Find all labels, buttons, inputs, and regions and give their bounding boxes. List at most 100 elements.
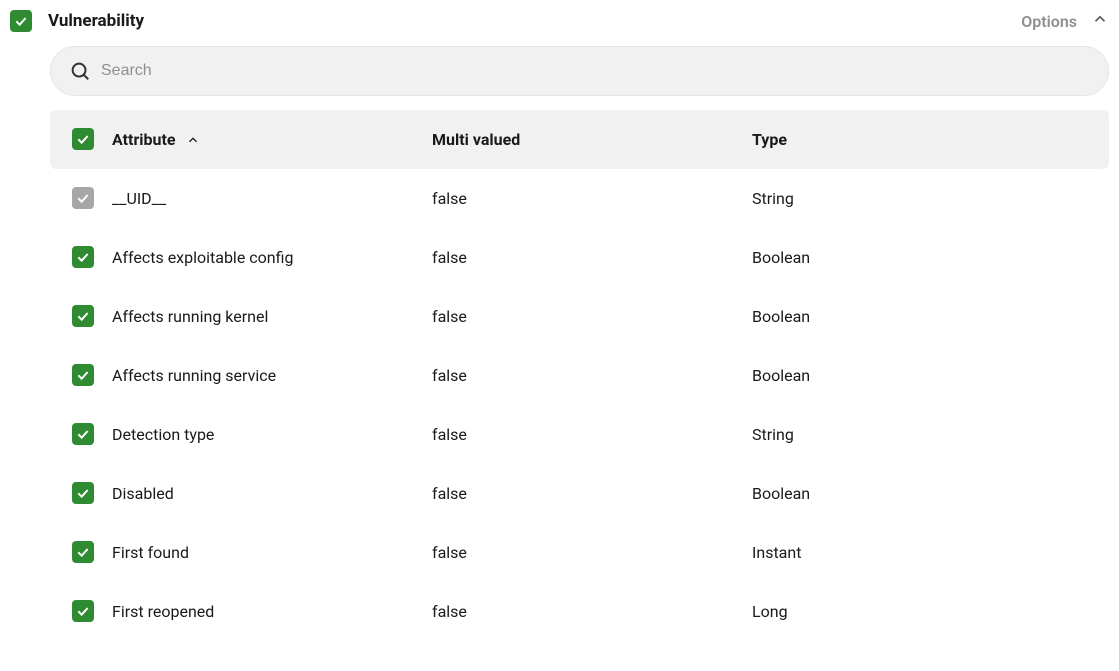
row-attribute: First reopened <box>112 602 432 621</box>
row-multi-valued: false <box>432 484 752 503</box>
row-type-value: String <box>752 425 794 444</box>
row-type-value: Boolean <box>752 366 810 385</box>
row-type-value: Long <box>752 602 788 621</box>
row-type-value: Boolean <box>752 307 810 326</box>
row-multi-valued-value: false <box>432 602 467 621</box>
header-type-label: Type <box>752 130 787 149</box>
row-attribute: __UID__ <box>112 189 432 208</box>
row-attribute: Affects exploitable config <box>112 248 432 267</box>
row-type: Long <box>752 602 1087 621</box>
row-multi-valued-value: false <box>432 366 467 385</box>
row-type: String <box>752 189 1087 208</box>
table-row: Affects exploitable config false Boolean <box>50 228 1109 287</box>
row-multi-valued: false <box>432 543 752 562</box>
check-icon <box>75 485 91 501</box>
row-multi-valued: false <box>432 602 752 621</box>
check-icon <box>75 544 91 560</box>
table-row: __UID__ false String <box>50 169 1109 228</box>
row-multi-valued-value: false <box>432 248 467 267</box>
table-row: First reopened false Long <box>50 582 1109 641</box>
vulnerability-panel: Vulnerability Options <box>0 0 1119 661</box>
row-attribute: First found <box>112 543 432 562</box>
row-checkbox[interactable] <box>72 600 94 622</box>
row-checkbox[interactable] <box>72 423 94 445</box>
row-type: Boolean <box>752 484 1087 503</box>
table-row: Disabled falseBoolean <box>50 464 1109 523</box>
header-right: Options <box>1021 10 1109 32</box>
panel-header: Vulnerability Options <box>10 10 1109 46</box>
row-attribute-value: __UID__ <box>112 189 166 208</box>
row-checkbox[interactable] <box>72 364 94 386</box>
check-icon <box>75 131 91 147</box>
row-checkbox[interactable] <box>72 187 94 209</box>
check-icon <box>75 308 91 324</box>
row-attribute-value: Detection type <box>112 425 214 444</box>
row-attribute-value: Affects running service <box>112 366 276 385</box>
select-all-checkbox[interactable] <box>72 128 94 150</box>
attribute-table: Attribute Multi valued Type __UID__false… <box>50 110 1109 641</box>
collapse-button[interactable] <box>1091 10 1109 32</box>
row-checkbox-cell <box>72 482 112 505</box>
row-type: Boolean <box>752 307 1087 326</box>
row-type: String <box>752 425 1087 444</box>
check-icon <box>13 13 29 29</box>
row-checkbox[interactable] <box>72 482 94 504</box>
row-checkbox[interactable] <box>72 541 94 563</box>
row-multi-valued: false <box>432 307 752 326</box>
header-multi-valued-label: Multi valued <box>432 130 520 149</box>
row-multi-valued: false <box>432 189 752 208</box>
row-multi-valued-value: false <box>432 189 467 208</box>
row-checkbox-cell <box>72 187 112 210</box>
row-type-value: Instant <box>752 543 801 562</box>
row-attribute-value: Disabled <box>112 484 174 503</box>
row-type: Boolean <box>752 366 1087 385</box>
header-type[interactable]: Type <box>752 130 1087 149</box>
table-row: Detection type false String <box>50 405 1109 464</box>
table-row: Affects running kernel falseBoolean <box>50 287 1109 346</box>
panel-body: Attribute Multi valued Type __UID__false… <box>50 46 1109 641</box>
chevron-up-icon <box>186 133 200 147</box>
row-checkbox-cell <box>72 600 112 623</box>
row-multi-valued-value: false <box>432 543 467 562</box>
header-attribute-label: Attribute <box>112 130 176 149</box>
row-checkbox[interactable] <box>72 246 94 268</box>
row-checkbox-cell <box>72 364 112 387</box>
row-attribute: Detection type <box>112 425 432 444</box>
row-checkbox[interactable] <box>72 305 94 327</box>
panel-title: Vulnerability <box>48 11 144 31</box>
row-multi-valued: false <box>432 425 752 444</box>
row-checkbox-cell <box>72 423 112 446</box>
options-button[interactable]: Options <box>1021 12 1077 31</box>
header-left: Vulnerability <box>10 10 144 32</box>
panel-checkbox[interactable] <box>10 10 32 32</box>
check-icon <box>75 367 91 383</box>
row-checkbox-cell <box>72 541 112 564</box>
search-input[interactable] <box>101 62 1090 80</box>
row-multi-valued: false <box>432 248 752 267</box>
row-attribute: Affects running kernel <box>112 307 432 326</box>
check-icon <box>75 190 91 206</box>
row-type-value: Boolean <box>752 484 810 503</box>
row-type-value: Boolean <box>752 248 810 267</box>
row-attribute-value: First reopened <box>112 602 214 621</box>
table-header: Attribute Multi valued Type <box>50 110 1109 169</box>
row-multi-valued-value: false <box>432 425 467 444</box>
header-checkbox-cell <box>72 128 112 151</box>
search-field[interactable] <box>50 46 1109 96</box>
table-body: __UID__falseStringAffects exploitable co… <box>50 169 1109 641</box>
check-icon <box>75 249 91 265</box>
row-attribute-value: Affects exploitable config <box>112 248 293 267</box>
check-icon <box>75 603 91 619</box>
row-type-value: String <box>752 189 794 208</box>
table-row: First found false Instant <box>50 523 1109 582</box>
row-attribute: Disabled <box>112 484 432 503</box>
table-row: Affects running service false Boolean <box>50 346 1109 405</box>
row-multi-valued: false <box>432 366 752 385</box>
row-checkbox-cell <box>72 246 112 269</box>
header-attribute[interactable]: Attribute <box>112 130 432 149</box>
chevron-up-icon <box>1091 10 1109 28</box>
row-attribute-value: Affects running kernel <box>112 307 268 326</box>
header-multi-valued[interactable]: Multi valued <box>432 130 752 149</box>
row-type: Boolean <box>752 248 1087 267</box>
row-attribute-value: First found <box>112 543 189 562</box>
